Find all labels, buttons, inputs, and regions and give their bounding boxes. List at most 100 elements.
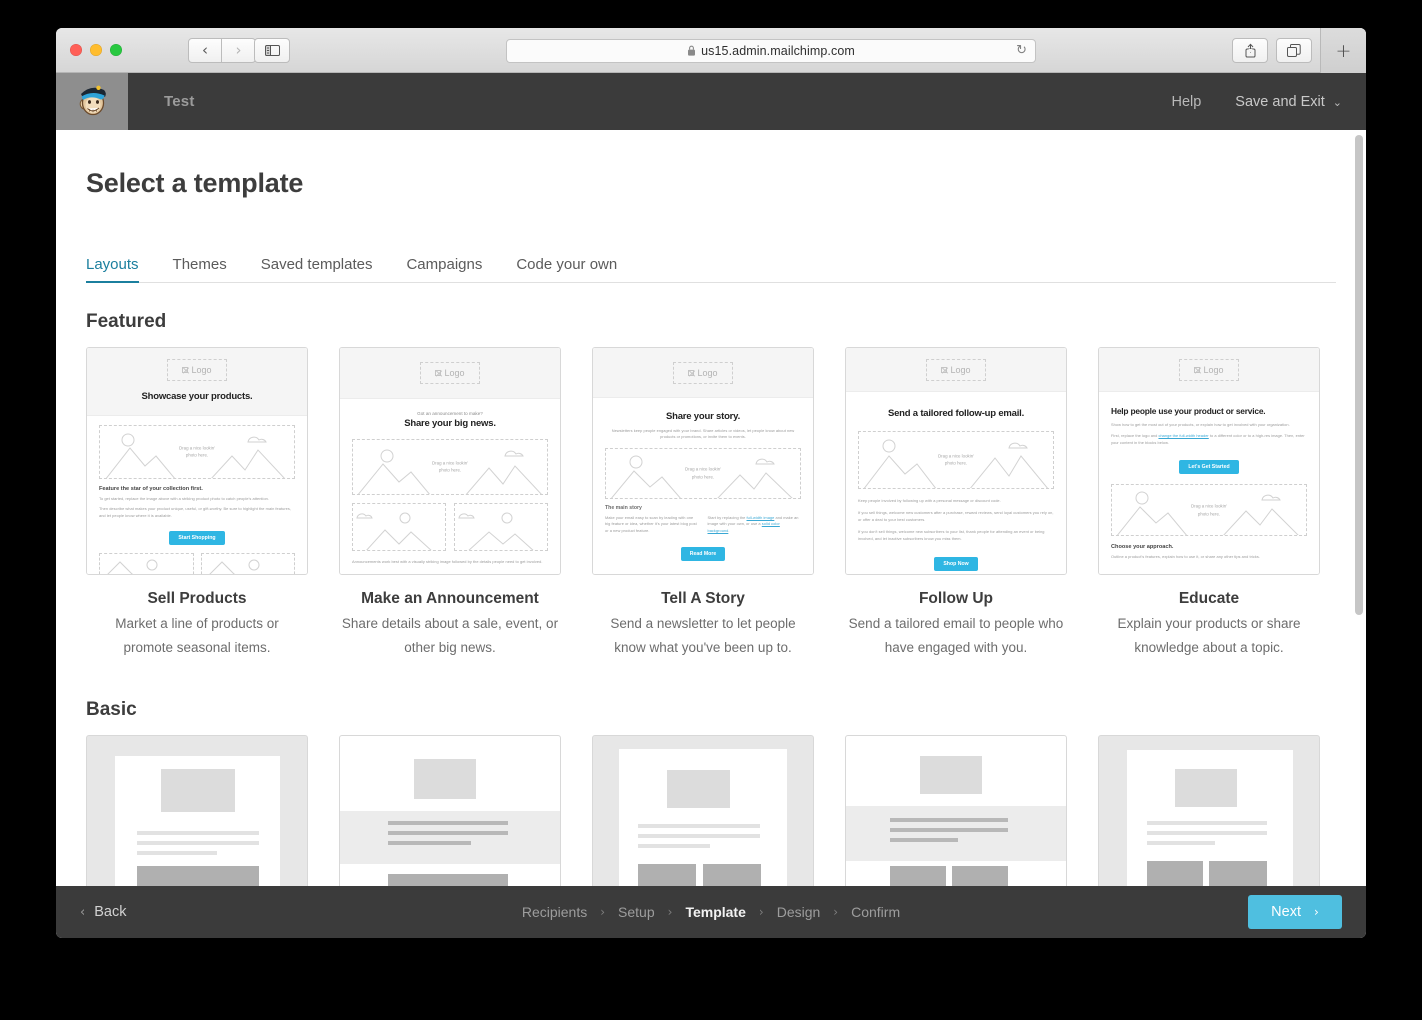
template-card-tell-a-story[interactable]: Logo Share your story. Newsletters keep … <box>592 347 814 661</box>
email-header-band: Logo Showcase your products. <box>87 348 307 416</box>
sidebar-icon <box>264 45 280 56</box>
wireframe-text-line <box>1147 830 1267 835</box>
chevron-right-icon: › <box>667 905 673 919</box>
step-confirm[interactable]: Confirm <box>851 904 900 920</box>
logo-placeholder-label: Logo <box>191 365 212 375</box>
back-button[interactable]: ‹ Back <box>80 904 126 920</box>
share-button[interactable] <box>1232 38 1268 63</box>
cta-button[interactable]: Shop Now <box>934 557 978 572</box>
template-description: Send a newsletter to let people know what… <box>592 612 814 661</box>
wireframe-text-line <box>638 823 760 828</box>
template-card-educate[interactable]: Logo Help people use your product or ser… <box>1098 347 1320 661</box>
template-name: Make an Announcement <box>361 590 539 607</box>
secondary-images <box>352 503 548 551</box>
show-tabs-button[interactable] <box>1276 38 1312 63</box>
save-and-exit-button[interactable]: Save and Exit ⌄ <box>1235 94 1342 110</box>
template-thumbnail[interactable]: Logo Share your story. Newsletters keep … <box>592 347 814 575</box>
step-design[interactable]: Design <box>777 904 821 920</box>
mailchimp-freddie-logo-icon <box>79 85 106 115</box>
tab-campaigns[interactable]: Campaigns <box>406 256 482 282</box>
caption-line-2: photo here. <box>185 453 209 458</box>
description-line-2: have engaged with you. <box>884 640 1028 656</box>
email-preview: Logo Showcase your products. Drag a nice… <box>87 348 307 574</box>
description-line-1: Send a newsletter to let people <box>610 616 796 631</box>
image-placeholder-icon <box>435 370 442 376</box>
change-header-link[interactable]: change the full-width header <box>1158 433 1208 438</box>
image-placeholder-icon <box>688 370 695 376</box>
cta-button[interactable]: Let's Get Started <box>1179 460 1239 475</box>
template-card-follow-up[interactable]: Logo Send a tailored follow-up email. Dr… <box>845 347 1067 661</box>
email-subheading: Choose your approach. <box>1111 544 1174 551</box>
email-paragraph-2: First, replace the logo and change the f… <box>1111 433 1307 446</box>
image-placeholder-icon <box>182 367 189 373</box>
wireframe-text-line <box>638 833 760 838</box>
tab-saved-templates[interactable]: Saved templates <box>261 256 373 282</box>
cta-button[interactable]: Start Shopping <box>169 531 225 546</box>
cta-wrap: Read More <box>605 542 801 562</box>
browser-back-button[interactable]: ‹ <box>188 38 222 63</box>
step-recipients[interactable]: Recipients <box>522 904 587 920</box>
template-description: Market a line of products or promote seas… <box>86 612 308 661</box>
email-body: Drag a nice lookin' photo here. Feature t… <box>87 416 307 574</box>
image-caption: Drag a nice lookin' photo here. <box>100 445 294 460</box>
step-template[interactable]: Template <box>685 904 745 920</box>
step-setup[interactable]: Setup <box>618 904 655 920</box>
tab-code-your-own[interactable]: Code your own <box>516 256 617 282</box>
email-kicker: Got an announcement to make? <box>417 411 483 416</box>
wireframe-band <box>846 805 1066 861</box>
browser-forward-button[interactable]: › <box>222 38 256 63</box>
browser-window: ‹ › us15.admin.mailchimp.com ↻ + Test He… <box>56 28 1366 938</box>
template-description: Explain your products or share knowledge … <box>1098 612 1320 661</box>
chevron-right-icon: › <box>758 905 764 919</box>
template-thumbnail[interactable]: Logo Send a tailored follow-up email. Dr… <box>845 347 1067 575</box>
wizard-footer: ‹ Back Recipients › Setup › Template › D… <box>56 886 1366 938</box>
close-window-button[interactable] <box>70 44 82 56</box>
email-headline: Help people use your product or service. <box>1111 406 1266 416</box>
description-line-1: Market a line of products or <box>115 616 279 631</box>
browser-right-buttons <box>1232 38 1312 63</box>
page-title: Select a template <box>86 168 304 198</box>
email-header-band: Logo <box>340 348 560 399</box>
reload-icon[interactable]: ↻ <box>1016 44 1027 57</box>
email-preview: Logo Got an announcement to make? Share … <box>340 348 560 574</box>
logo-placeholder-label: Logo <box>1203 365 1224 375</box>
template-thumbnail[interactable]: Logo Help people use your product or ser… <box>1098 347 1320 575</box>
image-caption: Drag a nice lookin' photo here. <box>1112 503 1306 518</box>
wireframe-image-block <box>920 755 982 794</box>
secondary-image-placeholder <box>200 553 295 574</box>
cta-button[interactable]: Read More <box>680 547 726 562</box>
full-width-image-link[interactable]: full-width image <box>747 515 775 520</box>
wireframe-text-line <box>137 830 259 835</box>
description-line-1: Explain your products or share <box>1117 616 1301 631</box>
email-headline: Share your big news. <box>404 418 496 429</box>
logo-placeholder-label: Logo <box>950 365 971 375</box>
description-line-1: Send a tailored email to people who <box>848 616 1064 631</box>
tab-layouts[interactable]: Layouts <box>86 256 139 283</box>
cta-wrap: Start Shopping <box>99 526 295 546</box>
tab-themes[interactable]: Themes <box>173 256 227 282</box>
sidebar-toggle-button[interactable] <box>254 38 290 63</box>
template-thumbnail[interactable]: Logo Got an announcement to make? Share … <box>339 347 561 575</box>
address-bar[interactable]: us15.admin.mailchimp.com ↻ <box>506 39 1036 63</box>
secondary-image-placeholder <box>454 503 548 551</box>
template-card-make-an-announcement[interactable]: Logo Got an announcement to make? Share … <box>339 347 561 661</box>
next-button[interactable]: Next › <box>1248 895 1342 929</box>
scrollbar-thumb[interactable] <box>1355 135 1363 615</box>
mailchimp-logo-tile[interactable] <box>56 73 128 130</box>
wireframe-text-line <box>1147 840 1215 845</box>
email-preview: Logo Share your story. Newsletters keep … <box>593 348 813 574</box>
template-thumbnail[interactable]: Logo Showcase your products. Drag a nice… <box>86 347 308 575</box>
template-card-sell-products[interactable]: Logo Showcase your products. Drag a nice… <box>86 347 308 661</box>
secondary-images <box>99 553 295 574</box>
email-body: Share your story. Newsletters keep peopl… <box>593 398 813 562</box>
page-body: Select a template Layouts Themes Saved t… <box>56 130 1366 933</box>
help-link[interactable]: Help <box>1171 94 1201 110</box>
minimize-window-button[interactable] <box>90 44 102 56</box>
email-paragraph-1: To get started, replace the image above … <box>99 496 270 501</box>
page-scrollbar[interactable] <box>1355 135 1363 928</box>
maximize-window-button[interactable] <box>110 44 122 56</box>
description-line-2: know what you've been up to. <box>614 640 792 656</box>
page-content: Select a template Layouts Themes Saved t… <box>56 130 1366 920</box>
hero-image-placeholder: Drag a nice lookin' photo here. <box>1111 484 1307 537</box>
new-tab-button[interactable]: + <box>1320 28 1366 73</box>
